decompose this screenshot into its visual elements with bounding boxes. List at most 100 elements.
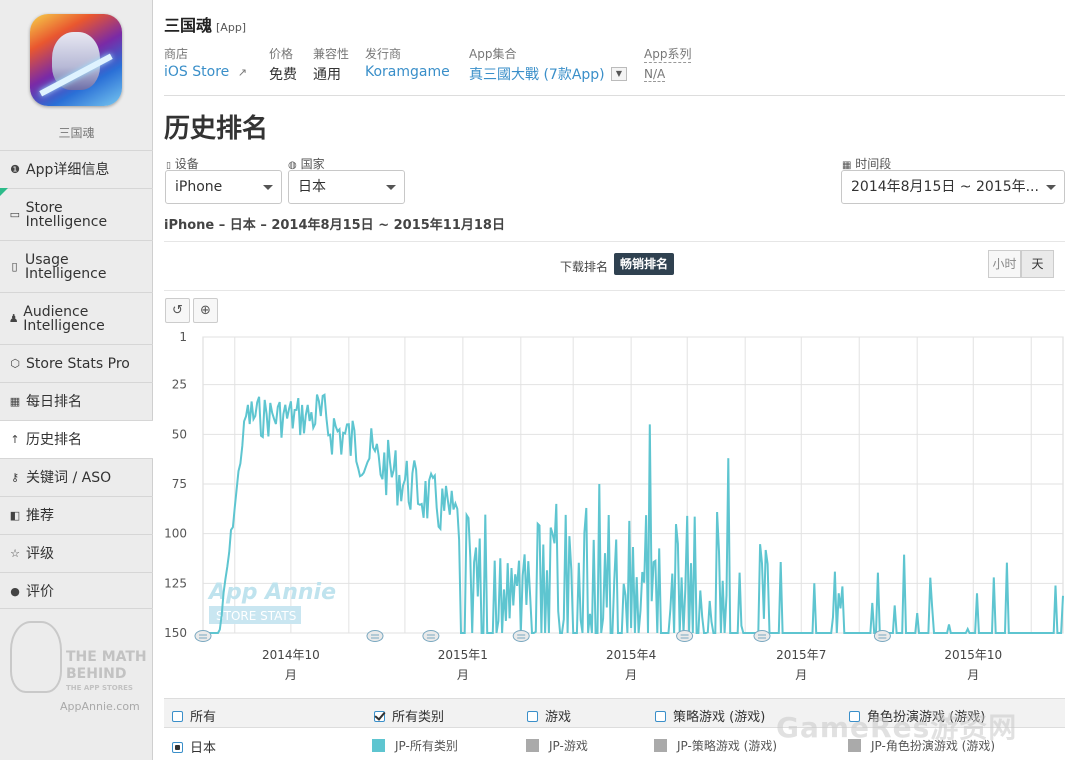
- bookmark-icon: ◧: [9, 509, 21, 522]
- promo-banner[interactable]: THE MATH BEHIND THE APP STORES AppAnnie.…: [0, 608, 153, 718]
- x-tick-label: 月: [625, 668, 637, 682]
- sidebar-item-label: 推荐: [26, 507, 54, 524]
- legend-series-label: JP-所有类别: [395, 739, 458, 753]
- event-bubble-icon: [366, 630, 384, 642]
- legend-swatch: [526, 739, 539, 752]
- x-tick-label: 2015年1: [438, 648, 488, 662]
- legend-category-checkbox[interactable]: 游戏: [527, 706, 571, 725]
- promo-line1: THE MATH: [66, 649, 147, 665]
- price-label: 价格: [269, 47, 294, 61]
- country-label-text: 国家: [300, 157, 325, 171]
- y-tick-label: 100: [164, 527, 187, 541]
- price-value: 免费: [269, 67, 297, 83]
- x-tick-label: 月: [285, 668, 297, 682]
- promo-text: THE MATH BEHIND THE APP STORES: [66, 649, 148, 693]
- tab-downloads-rank[interactable]: 下载排名: [560, 258, 608, 275]
- sidebar-item-arrow-up[interactable]: ↑ 历史排名: [0, 420, 154, 458]
- sidebar-item-label: Usage Intelligence: [24, 251, 107, 282]
- y-tick-label: 150: [164, 626, 187, 640]
- store-link[interactable]: iOS Store ↗: [164, 64, 247, 80]
- tab-grossing-rank[interactable]: 畅销排名: [614, 253, 675, 275]
- chart-watermark-title: App Annie: [207, 580, 336, 605]
- sidebar-item-hexagon[interactable]: ⬡ Store Stats Pro: [0, 344, 153, 382]
- x-tick-label: 2015年7: [776, 648, 826, 662]
- sidebar-item-label: 关键词 / ASO: [26, 469, 112, 486]
- promo-line2: BEHIND: [66, 666, 127, 682]
- legend-series-item[interactable]: JP-所有类别: [372, 737, 458, 754]
- phone-icon: ▯: [11, 260, 18, 273]
- x-tick-label: 月: [795, 668, 807, 682]
- collection-link[interactable]: 真三國大戰 (7款App): [469, 64, 605, 84]
- comment-icon: ●: [10, 585, 20, 598]
- period-select[interactable]: 2014年8月15日 ~ 2015年...: [841, 170, 1065, 204]
- sidebar-item-phone[interactable]: ▯ Usage Intelligence: [0, 240, 153, 292]
- granularity-hour-button[interactable]: 小时: [988, 250, 1021, 278]
- legend-category-checkbox[interactable]: 所有: [172, 706, 216, 725]
- x-tick-label: 2015年10: [944, 648, 1002, 662]
- legend-category-label: 游戏: [545, 710, 572, 725]
- sidebar-item-comment[interactable]: ● 评价: [0, 572, 153, 610]
- promo-line3: THE APP STORES: [66, 684, 133, 692]
- checkbox-icon: [527, 711, 538, 722]
- x-tick-label: 2014年10: [262, 648, 320, 662]
- external-link-icon: ↗: [237, 66, 247, 79]
- sidebar-item-label: 每日排名: [26, 393, 82, 410]
- sidebar: 三国魂 ❶ App详细信息 ▭ Store Intelligence ▯ Usage In…: [0, 0, 154, 760]
- legend-series-label: JP-策略游戏 (游戏): [677, 739, 778, 753]
- legend-series-item[interactable]: JP-游戏: [526, 737, 588, 754]
- sidebar-item-star[interactable]: ☆ 评级: [0, 534, 153, 572]
- x-tick-label: 月: [967, 668, 979, 682]
- y-tick-label: 1: [179, 330, 187, 344]
- sidebar-nav: ❶ App详细信息 ▭ Store Intelligence ▯ Usage Intell…: [0, 150, 154, 610]
- legend-category-checkbox[interactable]: 所有类别: [374, 706, 444, 725]
- collection-label: App集合: [469, 47, 517, 61]
- country-select-value: 日本: [298, 179, 326, 195]
- legend-series-item[interactable]: JP-策略游戏 (游戏): [654, 737, 777, 754]
- sidebar-item-store[interactable]: ▭ Store Intelligence: [0, 188, 153, 240]
- country-radio[interactable]: 日本: [172, 737, 216, 756]
- country-radio-label: 日本: [190, 741, 217, 756]
- checkbox-checked-icon: [374, 711, 385, 722]
- period-select-value: 2014年8月15日 ~ 2015年...: [851, 179, 1039, 195]
- undo-icon: ↺: [172, 303, 183, 318]
- granularity-day-button[interactable]: 天: [1021, 250, 1054, 278]
- collection-dropdown-button[interactable]: ▼: [611, 67, 627, 81]
- app-name-label: 三国魂: [58, 126, 95, 140]
- sidebar-item-label: 评价: [26, 583, 54, 600]
- calendar-icon: ▦: [9, 395, 21, 408]
- sidebar-item-person[interactable]: ♟ Audience Intelligence: [0, 292, 153, 344]
- app-title: 三国魂 [App]: [164, 12, 246, 36]
- publisher-link[interactable]: Koramgame: [365, 64, 450, 80]
- device-label-text: 设备: [174, 157, 199, 171]
- x-tick-label: 月: [457, 668, 469, 682]
- sidebar-item-info[interactable]: ❶ App详细信息: [0, 150, 153, 188]
- sidebar-item-label: Store Intelligence: [25, 199, 108, 230]
- rank-history-chart[interactable]: 12550751001251502014年10月2015年1月2015年4月20…: [164, 325, 1065, 687]
- star-icon: ☆: [10, 547, 20, 560]
- reset-zoom-button[interactable]: ↺: [165, 298, 190, 323]
- sidebar-item-label: Store Stats Pro: [26, 355, 130, 372]
- chart-top-divider: [164, 241, 1065, 242]
- country-select[interactable]: 日本: [288, 170, 405, 204]
- period-label-text: 时间段: [855, 157, 892, 171]
- legend-category-label: 所有: [190, 710, 217, 725]
- device-select[interactable]: iPhone: [165, 170, 282, 204]
- event-bubble-icon: [512, 630, 530, 642]
- sidebar-item-bookmark[interactable]: ◧ 推荐: [0, 496, 153, 534]
- event-bubble-icon: [194, 630, 212, 642]
- legend-series-label: JP-游戏: [549, 739, 588, 753]
- app-type-tag: [App]: [216, 21, 247, 34]
- app-title-text: 三国魂: [164, 16, 213, 35]
- zoom-button[interactable]: ⊕: [193, 298, 218, 323]
- info-icon: ❶: [10, 163, 20, 176]
- publisher-label: 发行商: [365, 47, 402, 61]
- sidebar-item-calendar[interactable]: ▦ 每日排名: [0, 382, 153, 420]
- app-icon: [30, 14, 122, 106]
- sidebar-item-key[interactable]: ⚷ 关键词 / ASO: [0, 458, 153, 496]
- promo-url: AppAnnie.com: [60, 700, 140, 713]
- legend-swatch: [372, 739, 385, 752]
- store-label: 商店: [164, 47, 189, 61]
- chevron-down-icon: [1046, 185, 1056, 190]
- legend-category-checkbox[interactable]: 策略游戏 (游戏): [655, 706, 765, 725]
- series-label: App系列: [644, 47, 692, 63]
